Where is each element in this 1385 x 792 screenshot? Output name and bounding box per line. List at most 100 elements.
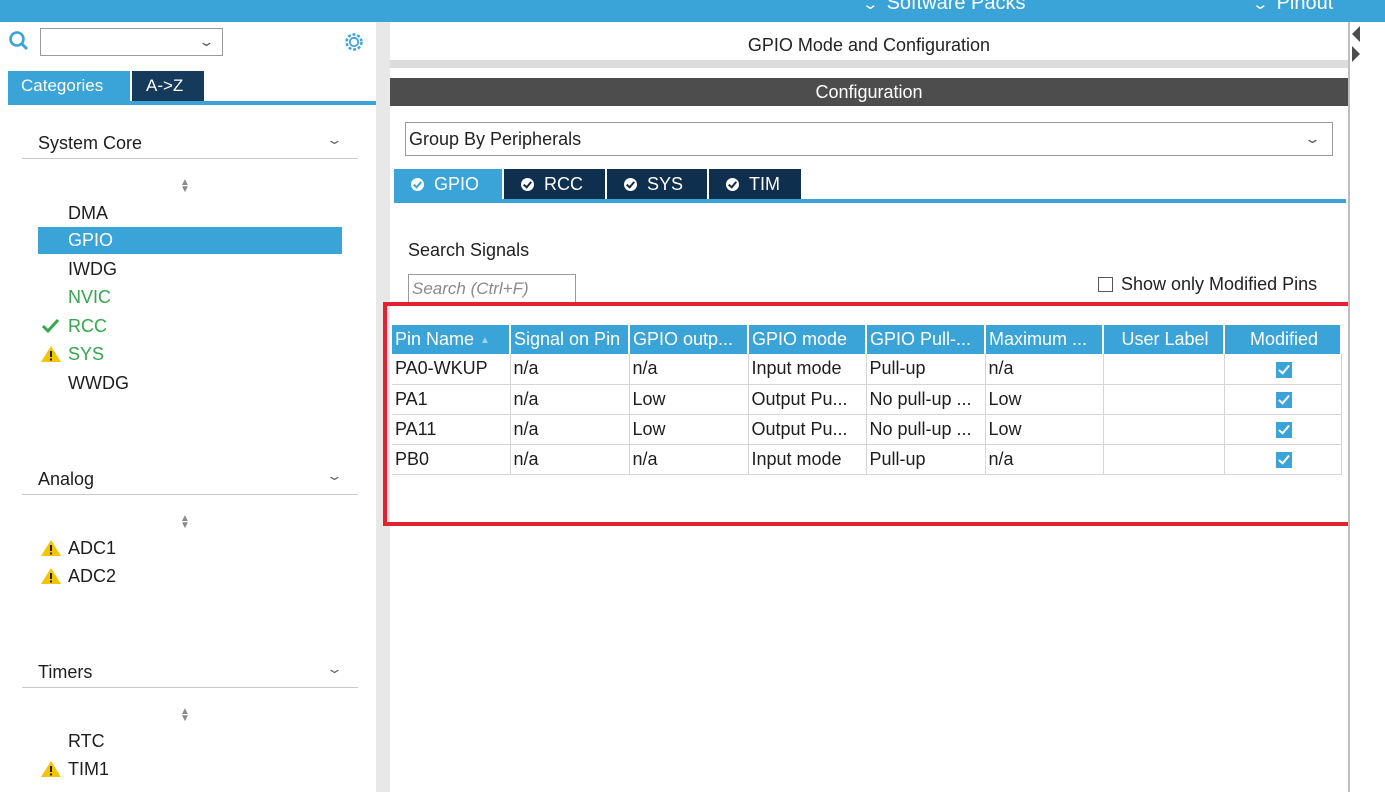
item-label: ADC1 — [68, 538, 117, 558]
software-packs-label: Software Packs — [886, 0, 1026, 14]
search-combo[interactable]: ⌄ — [40, 28, 223, 56]
checkbox[interactable] — [1098, 277, 1113, 292]
cell-gpio-pull: No pull-up ... — [866, 414, 986, 445]
checked-checkbox-icon[interactable] — [1276, 361, 1292, 378]
checkmark-icon — [41, 318, 60, 334]
checked-checkbox-icon[interactable] — [1276, 421, 1292, 438]
column-header-pin-name[interactable]: Pin Name ▲ — [392, 325, 511, 354]
software-packs-menu[interactable]: ⌄ Software Packs — [861, 0, 1026, 15]
panel-title: GPIO Mode and Configuration — [747, 35, 991, 55]
group-by-value: Group By Peripherals — [409, 129, 582, 149]
sidebar-item-adc2[interactable]: ADC2 — [38, 563, 342, 590]
top-toolbar: ⌄ Software Packs ⌄ Pinout — [0, 0, 1385, 22]
gpio-config-panel: GPIO Mode and Configuration Configuratio… — [383, 22, 1363, 792]
cell-maximum: Low — [985, 414, 1104, 445]
sidebar-item-tim1[interactable]: TIM1 — [38, 756, 342, 783]
pin-table: Pin Name ▲ Signal on Pin GPIO outp... GPI… — [392, 325, 1342, 475]
search-signals-label: Search Signals — [408, 240, 530, 260]
cell-signal: n/a — [510, 354, 630, 385]
tab-categories[interactable]: Categories — [8, 71, 130, 101]
column-header-maximum[interactable]: Maximum ... — [985, 325, 1104, 354]
table-row[interactable]: PA1 n/a Low Output Pu... No pull-up ... … — [392, 384, 1342, 415]
cell-pin-name: PA0-WKUP — [392, 354, 511, 385]
column-header-gpio-output[interactable]: GPIO outp... — [629, 325, 749, 354]
cell-modified[interactable] — [1224, 444, 1342, 475]
cell-pin-name: PA1 — [392, 384, 511, 415]
section-timers[interactable]: Timers ⌄ — [22, 648, 358, 688]
section-title: Timers — [38, 662, 93, 682]
column-header-gpio-mode[interactable]: GPIO mode — [748, 325, 867, 354]
sidebar-item-wwdg[interactable]: WWDG — [38, 370, 342, 397]
item-label: RCC — [68, 316, 107, 336]
check-circle-icon — [521, 177, 534, 191]
chevron-down-icon: ⌄ — [1251, 0, 1270, 13]
tab-a-to-z[interactable]: A->Z — [132, 71, 204, 101]
configuration-bar: Configuration — [390, 78, 1348, 106]
cell-gpio-mode: Input mode — [748, 444, 867, 475]
search-signals-input[interactable] — [408, 274, 576, 304]
panel-header: GPIO Mode and Configuration — [390, 22, 1348, 68]
pinout-menu[interactable]: ⌄ Pinout — [1251, 0, 1334, 15]
cell-user-label[interactable] — [1103, 444, 1225, 475]
checked-checkbox-icon[interactable] — [1276, 451, 1292, 468]
tab-rcc[interactable]: RCC — [504, 169, 605, 199]
table-row[interactable]: PA0-WKUP n/a n/a Input mode Pull-up n/a — [392, 354, 1342, 385]
column-header-user-label[interactable]: User Label — [1103, 325, 1225, 354]
chevron-down-icon: ⌄ — [198, 34, 215, 49]
sort-icon[interactable]: ▲ ▼ — [180, 178, 190, 195]
cell-gpio-pull: Pull-up — [866, 444, 986, 475]
check-circle-icon — [411, 177, 424, 191]
warning-icon — [41, 540, 61, 556]
header-label: Pin Name — [395, 329, 475, 349]
tab-label: RCC — [544, 173, 583, 194]
section-system-core[interactable]: System Core ⌄ — [22, 119, 358, 159]
section-analog[interactable]: Analog ⌄ — [22, 455, 358, 495]
cell-user-label[interactable] — [1103, 414, 1225, 445]
sidebar-item-sys[interactable]: SYS — [38, 341, 342, 368]
cell-gpio-pull: Pull-up — [866, 354, 986, 385]
sidebar-item-iwdg[interactable]: IWDG — [38, 256, 342, 283]
column-header-gpio-pull[interactable]: GPIO Pull-... — [866, 325, 986, 354]
sidebar-item-gpio[interactable]: GPIO — [38, 227, 342, 254]
tab-sys[interactable]: SYS — [607, 169, 707, 199]
cell-signal: n/a — [510, 384, 630, 415]
category-tabs: Categories A->Z — [8, 71, 204, 101]
warning-icon — [41, 761, 61, 777]
table-row[interactable]: PB0 n/a n/a Input mode Pull-up n/a — [392, 444, 1342, 475]
tab-tim[interactable]: TIM — [709, 169, 801, 199]
show-modified-checkbox[interactable]: Show only Modified Pins — [1098, 274, 1317, 295]
cell-maximum: n/a — [985, 444, 1104, 475]
cell-user-label[interactable] — [1103, 384, 1225, 415]
sidebar-item-dma[interactable]: DMA — [38, 200, 342, 227]
sidebar-item-rtc[interactable]: RTC — [38, 728, 342, 755]
cell-modified[interactable] — [1224, 354, 1342, 385]
tab-gpio[interactable]: GPIO — [394, 169, 502, 199]
item-label: SYS — [68, 344, 105, 364]
collapse-arrows-icon[interactable] — [1350, 24, 1364, 64]
chevron-down-icon: ⌄ — [325, 132, 344, 147]
pinout-label: Pinout — [1276, 0, 1334, 14]
cell-gpio-mode: Output Pu... — [748, 414, 867, 445]
sidebar-item-rcc[interactable]: RCC — [38, 313, 342, 340]
item-label: ADC2 — [68, 566, 117, 586]
cell-modified[interactable] — [1224, 384, 1342, 415]
cell-modified[interactable] — [1224, 414, 1342, 445]
cell-gpio-output: Low — [629, 414, 749, 445]
gear-icon[interactable] — [343, 31, 365, 53]
sidebar-item-nvic[interactable]: NVIC — [38, 284, 342, 311]
sidebar-item-adc1[interactable]: ADC1 — [38, 535, 342, 562]
checked-checkbox-icon[interactable] — [1276, 391, 1292, 408]
cell-signal: n/a — [510, 414, 630, 445]
column-header-signal[interactable]: Signal on Pin — [510, 325, 630, 354]
right-panel-edge — [1348, 22, 1385, 792]
search-icon[interactable] — [8, 30, 30, 52]
cell-user-label[interactable] — [1103, 354, 1225, 385]
group-by-select[interactable]: Group By Peripherals ⌄ — [405, 122, 1333, 156]
tab-label: GPIO — [434, 173, 480, 194]
sort-icon[interactable]: ▲ ▼ — [180, 514, 190, 531]
column-header-modified[interactable]: Modified — [1224, 325, 1342, 354]
table-row[interactable]: PA11 n/a Low Output Pu... No pull-up ...… — [392, 414, 1342, 445]
sort-icon[interactable]: ▲ ▼ — [180, 707, 190, 724]
cell-gpio-mode: Input mode — [748, 354, 867, 385]
chevron-down-icon: ⌄ — [1303, 131, 1322, 146]
